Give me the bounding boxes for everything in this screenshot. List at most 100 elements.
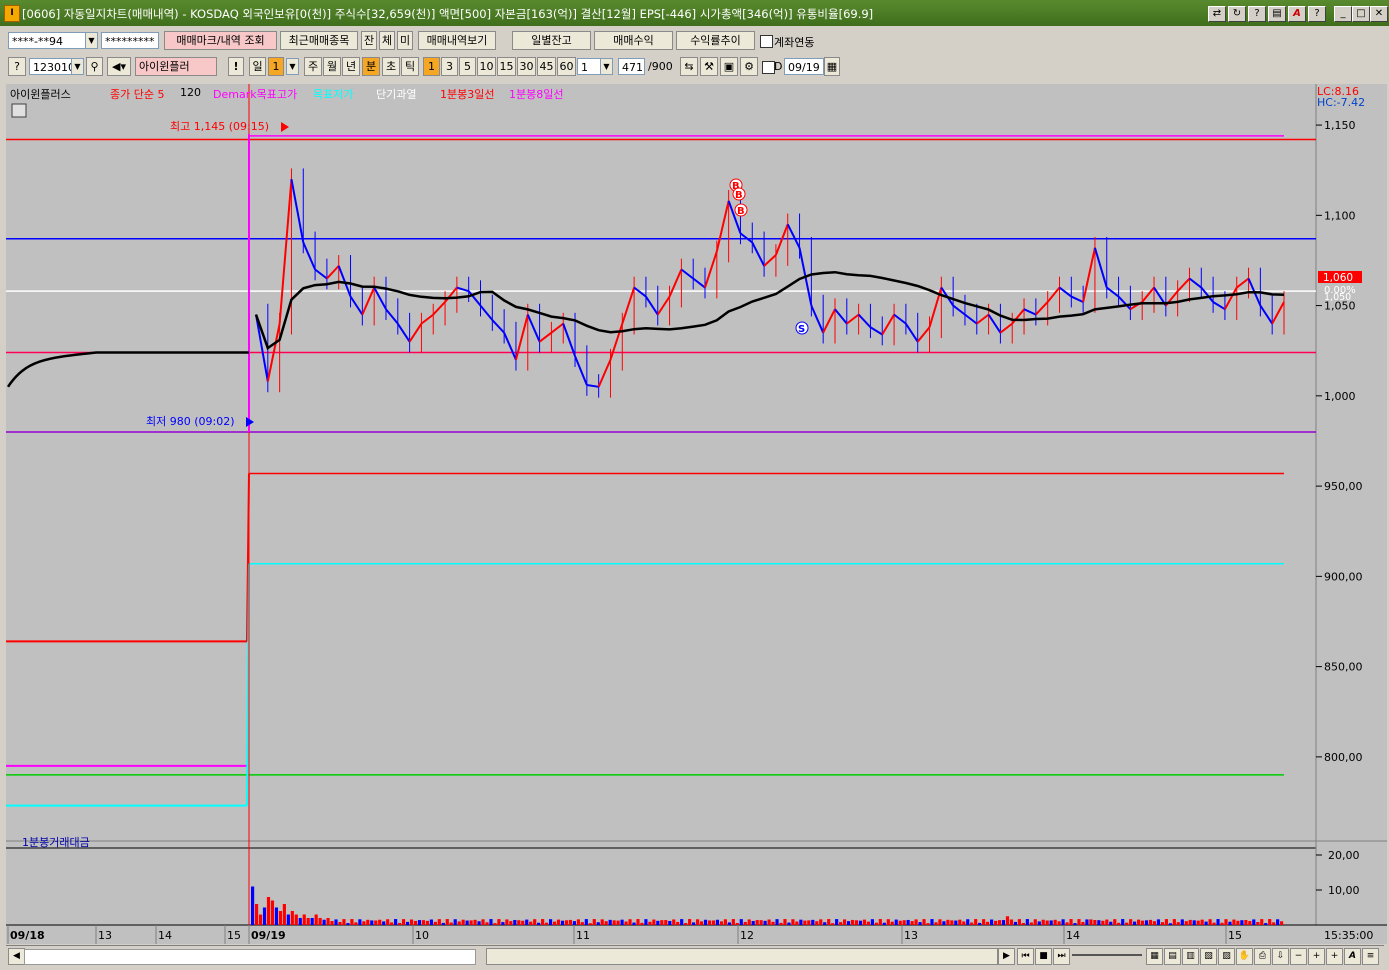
minute-15-button[interactable]: 15 (497, 57, 516, 76)
minute-1-button[interactable]: 1 (423, 57, 440, 76)
link-icon[interactable]: ⇄ (1208, 6, 1226, 22)
grid-toggle-icon[interactable] (11, 103, 27, 118)
settings-icon[interactable]: ⚙ (740, 57, 758, 76)
alert-icon[interactable]: ! (228, 57, 244, 76)
period-day-num[interactable]: 1 (268, 57, 284, 76)
volume-bar (970, 922, 974, 925)
zoom-in-icon[interactable]: + (1326, 948, 1343, 965)
trade-history-button[interactable]: 매매내역보기 (418, 31, 496, 50)
chart-area[interactable]: 1,150 1,100 1,050 1,000 950,00 900,00 850,00 80… (6, 84, 1387, 944)
period-year-button[interactable]: 년 (342, 57, 360, 76)
minute-60-button[interactable]: 60 (557, 57, 576, 76)
day-dropdown-icon[interactable]: ▼ (286, 58, 299, 75)
volume-bar (445, 919, 449, 925)
password-field[interactable]: ********* (101, 32, 159, 49)
list-icon[interactable]: ▨ (1218, 948, 1235, 965)
first-icon[interactable]: ⏮ (1017, 948, 1034, 965)
grid-icon[interactable]: ▦ (1146, 948, 1163, 965)
period-day-button[interactable]: 일 (249, 57, 266, 76)
legend-item[interactable]: Demark목표고가 (213, 86, 297, 102)
code-search-icon[interactable]: ? (8, 57, 26, 76)
last-icon[interactable]: ⏭ (1053, 948, 1070, 965)
minute-3-button[interactable]: 3 (441, 57, 458, 76)
scroll-right-icon[interactable]: ▶ (998, 948, 1015, 965)
period-min-button[interactable]: 분 (362, 57, 380, 76)
help-icon[interactable]: ? (1248, 6, 1266, 22)
maximize-button[interactable]: □ (1352, 6, 1370, 22)
period-sec-button[interactable]: 초 (382, 57, 400, 76)
return-trend-button[interactable]: 수익률추이 (676, 31, 755, 50)
volume-bar (1192, 920, 1196, 925)
chart-icon[interactable]: ▤ (1164, 948, 1181, 965)
crosshair-icon[interactable]: + (1308, 948, 1325, 965)
calendar-icon[interactable]: ▦ (824, 57, 840, 76)
legend-item[interactable]: 목표저가 (313, 86, 353, 102)
minute-45-button[interactable]: 45 (537, 57, 556, 76)
volume-bar (485, 922, 489, 925)
menu-icon[interactable]: ≡ (1362, 948, 1379, 965)
volume-bar (270, 900, 275, 925)
volume-bar (850, 919, 855, 925)
unit-field[interactable]: 1 (577, 58, 601, 75)
zoom-slider[interactable] (1072, 954, 1142, 956)
print-icon[interactable]: ⎙ (1254, 948, 1271, 965)
minute-5-button[interactable]: 5 (459, 57, 476, 76)
x-tick-label: 09/18 (10, 929, 45, 942)
refresh-icon[interactable]: ↻ (1228, 6, 1246, 22)
volume-bar (378, 919, 382, 925)
unfilled-button[interactable]: 미 (397, 31, 413, 50)
font-icon[interactable]: A (1288, 6, 1306, 22)
minute-10-button[interactable]: 10 (477, 57, 496, 76)
recent-items-button[interactable]: 최근매매종목 (280, 31, 358, 50)
unit-dropdown-icon[interactable]: ▼ (600, 58, 613, 75)
magnifier-icon[interactable]: ⚲ (86, 57, 103, 76)
minute-30-button[interactable]: 30 (517, 57, 536, 76)
volume-bar (942, 921, 946, 925)
balance-button[interactable]: 잔 (361, 31, 377, 50)
table-icon[interactable]: ▧ (1200, 948, 1217, 965)
legend-item[interactable]: 1분봉3일선 (440, 86, 494, 102)
count-field[interactable]: 471 (618, 58, 645, 75)
volume-bar (588, 923, 592, 925)
text-tool-icon[interactable]: A (1344, 948, 1361, 965)
filled-button[interactable]: 체 (379, 31, 395, 50)
y-tick-label: 1,150 (1324, 119, 1356, 132)
trade-profit-button[interactable]: 매매수익 (594, 31, 673, 50)
chart-svg[interactable]: 1,150 1,100 1,050 1,000 950,00 900,00 850,00 80… (6, 84, 1387, 944)
legend-item[interactable]: 아이윈플러스 (10, 86, 71, 102)
speaker-icon[interactable]: ◀▾ (107, 57, 131, 76)
code-dropdown-icon[interactable]: ▼ (71, 58, 84, 75)
account-link-checkbox[interactable] (760, 35, 773, 48)
volume-bar (417, 920, 422, 925)
legend-item[interactable]: 단기과열 (376, 86, 416, 102)
period-tick-button[interactable]: 틱 (401, 57, 419, 76)
export-icon[interactable]: ⇩ (1272, 948, 1289, 965)
volume-bar (1180, 919, 1184, 925)
stop-icon[interactable]: ■ (1035, 948, 1052, 965)
hand-icon[interactable]: ✋ (1236, 948, 1253, 965)
close-button[interactable]: ✕ (1370, 6, 1388, 22)
period-month-button[interactable]: 월 (323, 57, 341, 76)
scrollbar-thumb[interactable] (486, 948, 998, 965)
shift-icon[interactable]: ⇆ (680, 57, 698, 76)
daily-balance-button[interactable]: 일별잔고 (512, 31, 591, 50)
period-week-button[interactable]: 주 (304, 57, 322, 76)
legend-item[interactable]: 120 (180, 86, 201, 99)
legend-item[interactable]: 종가 단순 5 (110, 86, 164, 102)
date-field[interactable]: 09/19 (784, 58, 824, 75)
legend-item[interactable]: 1분봉8일선 (509, 86, 563, 102)
account-field[interactable]: ****-**94 (8, 32, 86, 49)
disk-icon[interactable]: ▣ (720, 57, 738, 76)
save-icon[interactable]: ▤ (1268, 6, 1286, 22)
account-dropdown-icon[interactable]: ▼ (85, 32, 98, 49)
indicator-select[interactable]: 아이윈플러 (135, 57, 217, 76)
question-icon[interactable]: ? (1308, 6, 1326, 22)
tools-icon[interactable]: ⚒ (700, 57, 718, 76)
minimize-button[interactable]: _ (1334, 6, 1352, 22)
zoom-out-icon[interactable]: − (1290, 948, 1307, 965)
bars-icon[interactable]: ▥ (1182, 948, 1199, 965)
scrollbar-track[interactable] (24, 949, 476, 965)
scroll-left-icon[interactable]: ◀ (8, 948, 25, 965)
stock-code-field[interactable]: 123010 (29, 58, 75, 75)
mark-query-button[interactable]: 매매마크/내역 조회 (164, 31, 277, 50)
